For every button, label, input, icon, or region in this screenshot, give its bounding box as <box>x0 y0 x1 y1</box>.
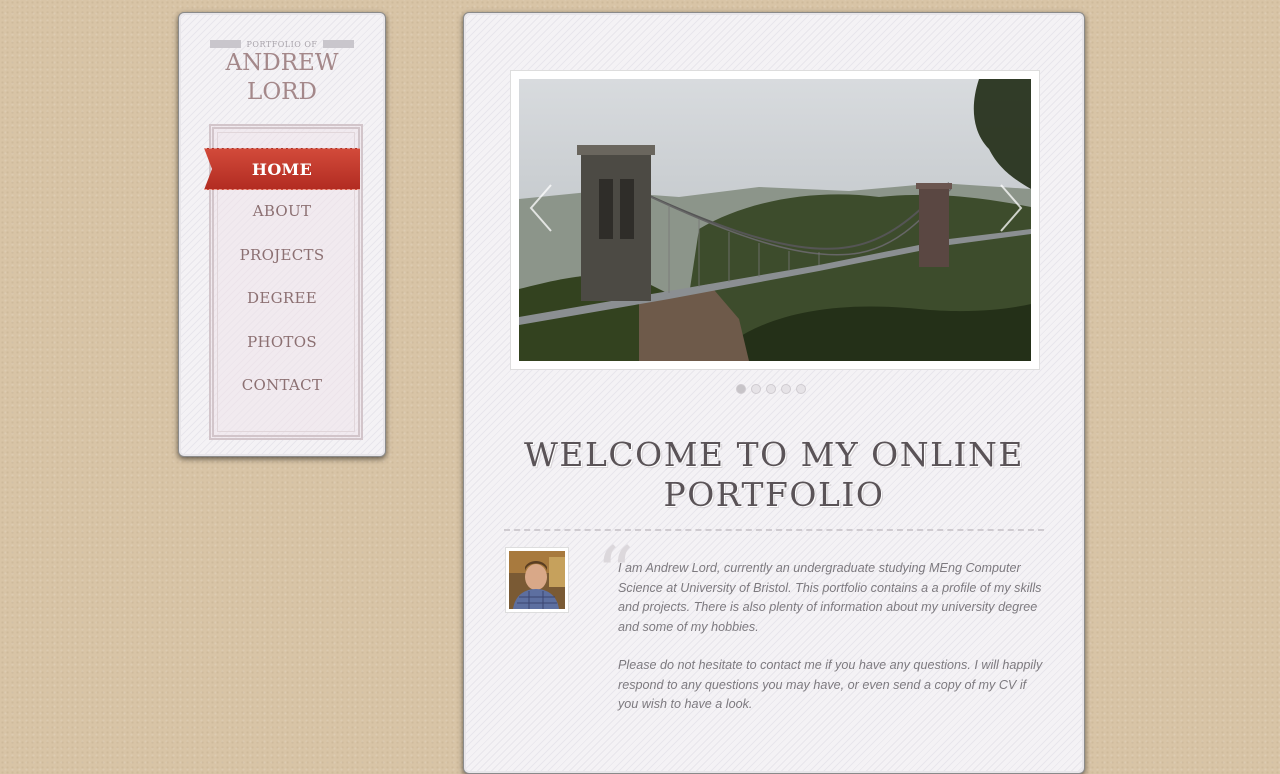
nav-projects[interactable]: PROJECTS <box>204 235 360 275</box>
welcome-heading: WELCOME TO MY ONLINE PORTFOLIO <box>504 435 1044 515</box>
bridge-photo <box>519 79 1031 361</box>
chevron-left-icon[interactable] <box>527 183 557 233</box>
ornament-bar-right <box>323 40 355 48</box>
intro-paragraph: I am Andrew Lord, currently an undergrad… <box>618 561 1042 634</box>
main-card: WELCOME TO MY ONLINE PORTFOLIO “ I am An… <box>463 12 1085 774</box>
ornament-bar-left <box>210 40 241 48</box>
slider-dot-1[interactable] <box>736 384 746 394</box>
welcome-heading-line1: WELCOME TO MY ONLINE <box>523 435 1025 474</box>
contact-paragraph: Please do not hesitate to contact me if … <box>618 658 1043 711</box>
slider-dot-2[interactable] <box>751 384 761 394</box>
slider-dot-4[interactable] <box>781 384 791 394</box>
nav-degree[interactable]: DEGREE <box>204 278 360 318</box>
site-name-last: LORD <box>247 79 317 105</box>
nav-contact[interactable]: CONTACT <box>204 365 360 405</box>
nav-home[interactable]: HOME <box>204 148 360 190</box>
slider-dot-5[interactable] <box>796 384 806 394</box>
site-name-first: ANDREW <box>225 50 339 76</box>
slider-pagination <box>736 384 806 394</box>
profile-photo <box>509 551 565 609</box>
chevron-right-icon[interactable] <box>995 183 1025 233</box>
slider-dot-3[interactable] <box>766 384 776 394</box>
sidebar-card: PORTFOLIO OF ANDREW LORD HOME ABOUT PROJ… <box>178 12 386 457</box>
portfolio-of-label: PORTFOLIO OF <box>210 39 355 49</box>
portfolio-of-text: PORTFOLIO OF <box>246 39 318 49</box>
slide-image-bridge <box>519 79 1031 361</box>
image-slider[interactable] <box>510 70 1040 370</box>
nav-photos[interactable]: PHOTOS <box>204 322 360 362</box>
welcome-heading-line2: PORTFOLIO <box>663 475 885 514</box>
nav-about[interactable]: ABOUT <box>204 191 360 231</box>
dashed-divider <box>504 529 1044 531</box>
avatar <box>505 547 569 613</box>
